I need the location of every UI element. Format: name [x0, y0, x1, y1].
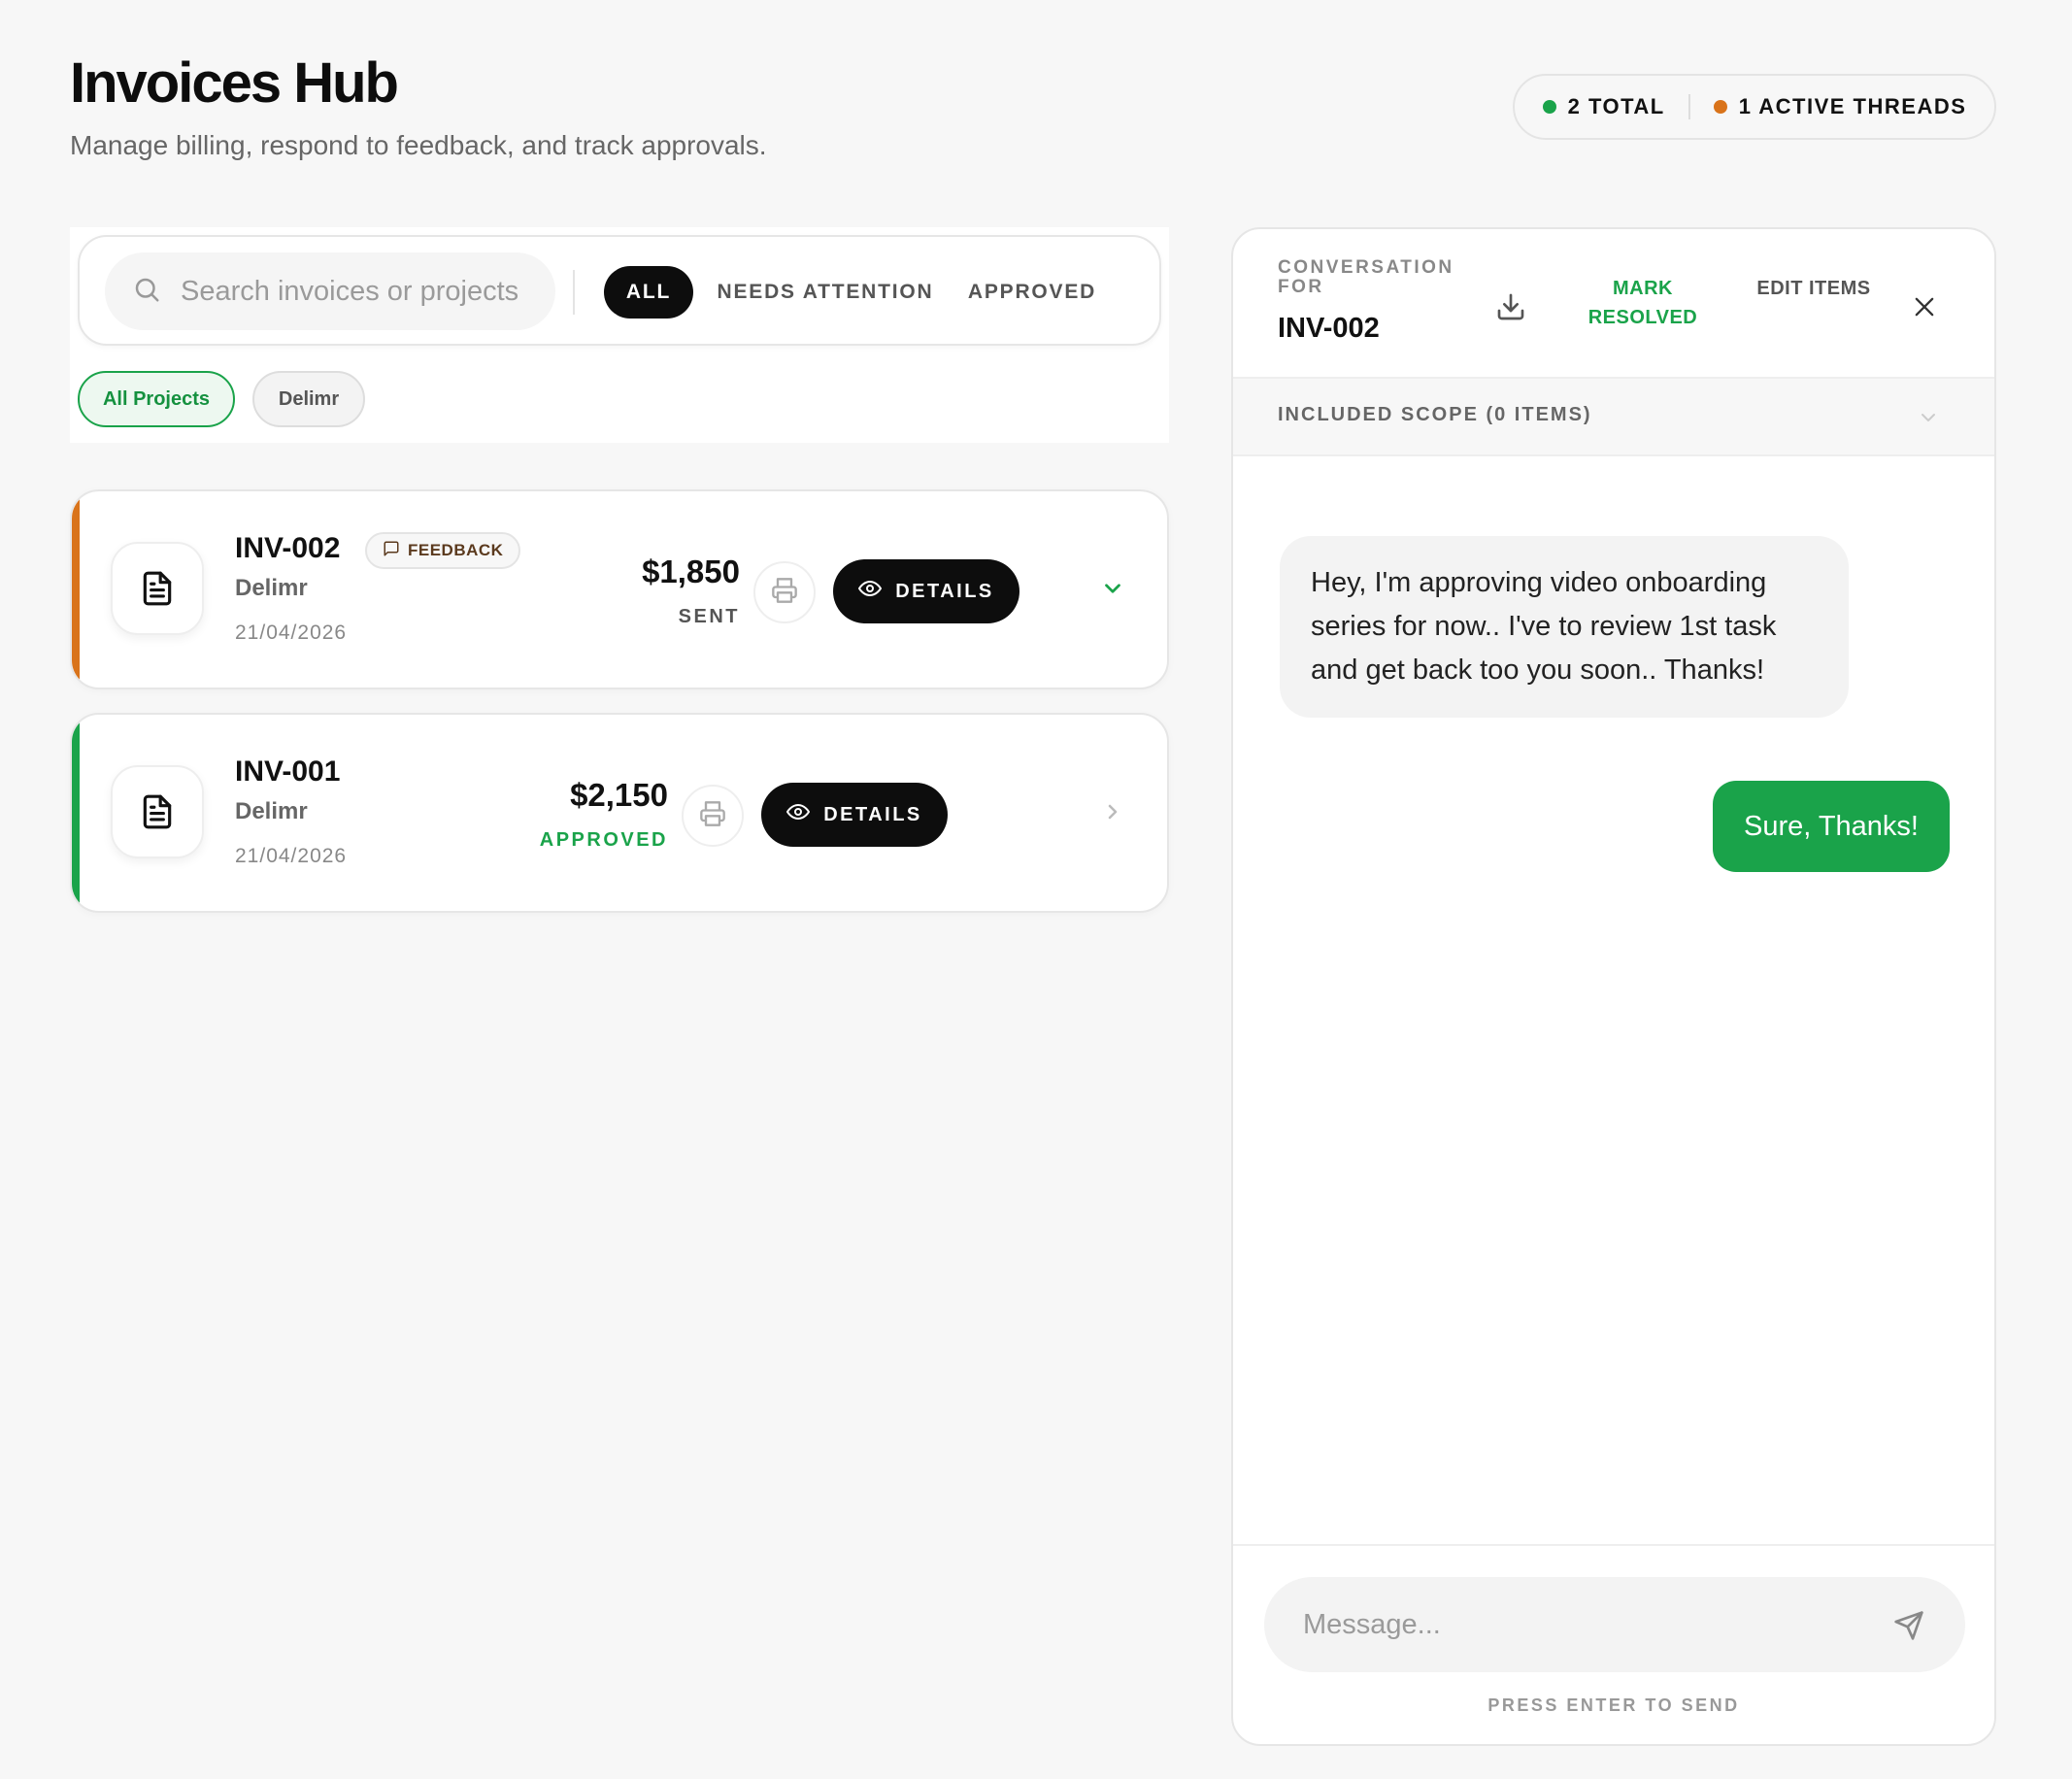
eye-icon	[786, 800, 811, 829]
search-icon	[132, 275, 161, 309]
card-status-accent	[72, 491, 80, 688]
invoice-id: INV-001	[235, 755, 341, 788]
total-status-dot	[1542, 100, 1556, 114]
chevron-down-icon	[1917, 406, 1940, 429]
active-status-dot	[1713, 100, 1727, 114]
outgoing-message: Sure, Thanks!	[1712, 781, 1950, 872]
printer-icon	[699, 800, 726, 832]
document-icon	[111, 542, 204, 635]
eye-icon	[858, 577, 883, 606]
search-box[interactable]	[105, 252, 555, 330]
message-composer[interactable]	[1264, 1577, 1965, 1672]
send-icon[interactable]	[1889, 1606, 1928, 1645]
conversation-invoice-id: INV-002	[1278, 313, 1380, 344]
total-label: 2 TOTAL	[1567, 94, 1665, 118]
details-button[interactable]: DETAILS	[833, 559, 1019, 623]
details-label: DETAILS	[895, 580, 994, 602]
message-input[interactable]	[1303, 1608, 1886, 1641]
project-filter-delimr[interactable]: Delimr	[252, 371, 365, 427]
edit-items-button[interactable]: EDIT ITEMS	[1755, 274, 1872, 303]
filter-bar: ALL NEEDS ATTENTION APPROVED	[78, 235, 1161, 346]
feedback-badge: FEEDBACK	[365, 532, 521, 569]
incoming-message: Hey, I'm approving video onboarding seri…	[1280, 536, 1849, 718]
card-status-accent	[72, 715, 80, 911]
conversation-panel: CONVERSATION FOR INV-002 MARK RESOLVED E…	[1231, 227, 1996, 1746]
included-scope-toggle[interactable]: INCLUDED SCOPE (0 ITEMS)	[1233, 377, 1994, 456]
invoice-client: Delimr	[235, 798, 308, 824]
project-filter-all[interactable]: All Projects	[78, 371, 235, 427]
tab-all[interactable]: ALL	[604, 266, 693, 319]
filter-area: ALL NEEDS ATTENTION APPROVED All Project…	[70, 227, 1169, 443]
tab-needs-attention[interactable]: NEEDS ATTENTION	[711, 266, 940, 319]
chevron-down-icon[interactable]	[1093, 569, 1132, 608]
stats-summary: 2 TOTAL 1 ACTIVE THREADS	[1513, 74, 1996, 140]
invoice-status: APPROVED	[539, 829, 668, 851]
message-icon	[383, 540, 400, 562]
search-input[interactable]	[181, 275, 530, 308]
invoice-status: SENT	[678, 606, 740, 627]
mark-resolved-button[interactable]: MARK RESOLVED	[1575, 274, 1711, 332]
total-stat: 2 TOTAL	[1542, 94, 1665, 119]
send-hint: PRESS ENTER TO SEND	[1487, 1695, 1740, 1715]
download-icon[interactable]	[1487, 284, 1534, 330]
feedback-badge-label: FEEDBACK	[408, 541, 504, 559]
invoice-amount: $1,850	[642, 554, 740, 589]
document-icon	[111, 765, 204, 858]
invoice-card[interactable]: INV-002 FEEDBACK Delimr 21/04/2026 $1,85…	[70, 489, 1169, 689]
tab-approved[interactable]: APPROVED	[959, 266, 1105, 319]
included-scope-label: INCLUDED SCOPE (0 ITEMS)	[1278, 404, 1592, 425]
invoice-date: 21/04/2026	[235, 621, 348, 644]
invoice-id: INV-002	[235, 532, 341, 564]
invoice-card[interactable]: INV-001 Delimr 21/04/2026 $2,150 APPROVE…	[70, 713, 1169, 913]
details-button[interactable]: DETAILS	[761, 783, 948, 847]
print-button[interactable]	[753, 561, 816, 623]
close-icon[interactable]	[1903, 285, 1946, 328]
invoice-amount: $2,150	[570, 777, 668, 813]
print-button[interactable]	[682, 785, 744, 847]
composer-divider	[1233, 1544, 1994, 1546]
active-threads-label: 1 ACTIVE THREADS	[1738, 94, 1967, 118]
chevron-right-icon[interactable]	[1093, 792, 1132, 831]
page-subtitle: Manage billing, respond to feedback, and…	[70, 130, 767, 160]
page-title: Invoices Hub	[70, 51, 399, 115]
invoice-client: Delimr	[235, 575, 308, 601]
details-label: DETAILS	[823, 803, 922, 825]
filter-divider	[573, 270, 575, 315]
active-threads-stat: 1 ACTIVE THREADS	[1713, 94, 1967, 119]
printer-icon	[771, 577, 798, 609]
conversation-label: CONVERSATION FOR	[1278, 257, 1454, 297]
stats-divider	[1688, 94, 1690, 119]
invoice-date: 21/04/2026	[235, 845, 348, 867]
